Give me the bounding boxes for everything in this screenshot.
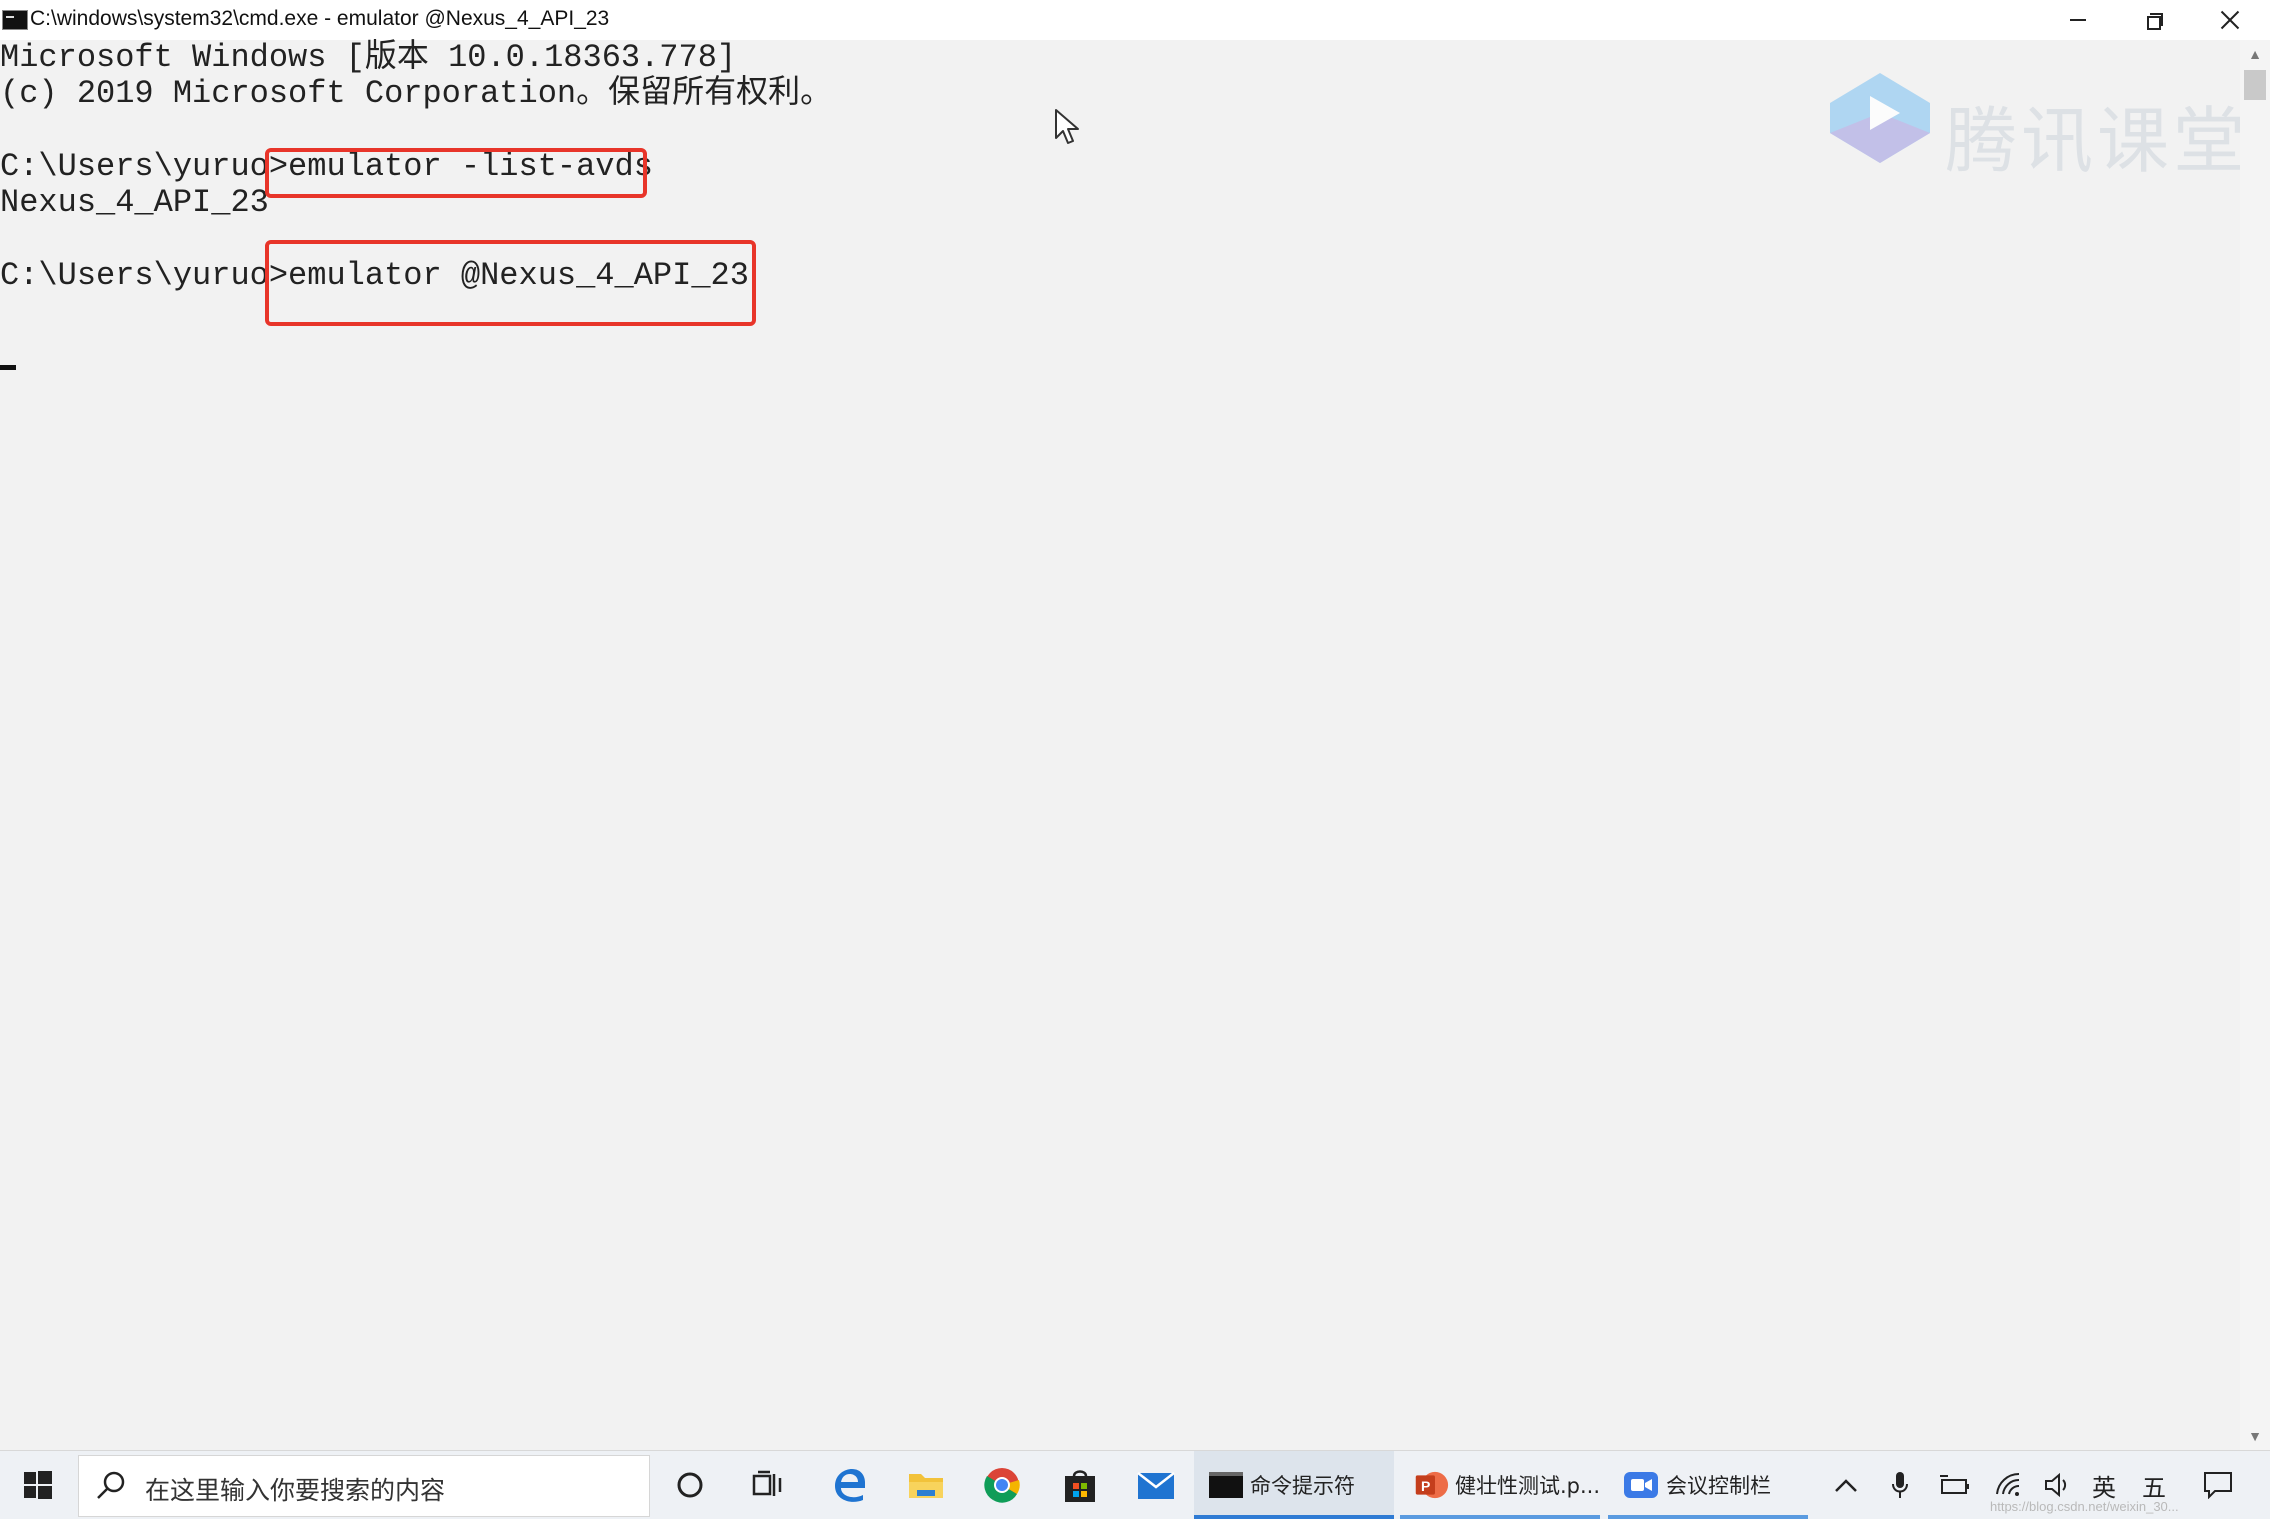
taskbar-app-label: 命令提示符 — [1250, 1474, 1355, 1498]
taskbar: 在这里输入你要搜索的内容 命令提示符 P 健壮性测试.p... 会议控制栏 英 … — [0, 1450, 2270, 1519]
taskbar-app-cmd[interactable]: 命令提示符 — [1194, 1451, 1394, 1519]
tencent-classroom-logo-icon — [1830, 73, 1930, 163]
taskbar-app-label: 健壮性测试.p... — [1454, 1474, 1600, 1498]
search-placeholder: 在这里输入你要搜索的内容 — [145, 1476, 446, 1505]
microphone-icon — [1892, 1472, 1908, 1498]
mouse-pointer-icon — [1055, 109, 1079, 144]
mail-icon — [1137, 1472, 1175, 1499]
chrome-button[interactable] — [972, 1459, 1032, 1511]
task-view-button[interactable] — [738, 1459, 798, 1511]
taskbar-search-box[interactable]: 在这里输入你要搜索的内容 — [78, 1455, 650, 1517]
close-icon — [2220, 10, 2240, 30]
start-button[interactable] — [0, 1451, 76, 1519]
console-output[interactable]: Microsoft Windows [版本 10.0.18363.778] (c… — [0, 39, 2245, 1450]
speaker-icon — [2045, 1472, 2067, 1498]
watermark-brand-text: 腾讯课堂 — [1945, 99, 2250, 183]
action-center-button[interactable] — [2196, 1463, 2240, 1507]
battery-icon — [1940, 1475, 1969, 1494]
text-cursor — [0, 365, 16, 370]
minimize-icon — [2070, 19, 2086, 21]
task-view-icon — [752, 1470, 782, 1496]
running-indicator — [1400, 1515, 1600, 1519]
battery-button[interactable] — [1932, 1463, 1976, 1507]
restore-icon — [2147, 13, 2163, 30]
svg-text:P: P — [1421, 1478, 1430, 1494]
search-icon — [97, 1471, 125, 1499]
window-title: C:\windows\system32\cmd.exe - emulator @… — [30, 7, 610, 30]
console-line: Nexus_4_API_23 — [0, 184, 269, 221]
active-indicator — [1194, 1515, 1394, 1519]
scroll-up-arrow-icon[interactable]: ▲ — [2240, 42, 2270, 66]
command-highlight-box — [265, 148, 647, 198]
console-line: Microsoft Windows [版本 10.0.18363.778] — [0, 39, 737, 76]
tencent-classroom-watermark: 腾讯课堂 — [1825, 68, 2245, 183]
edge-icon — [835, 1469, 865, 1502]
cortana-icon — [677, 1472, 703, 1498]
meeting-icon — [1624, 1472, 1658, 1498]
edge-button[interactable] — [820, 1459, 880, 1511]
minimize-button[interactable] — [2040, 0, 2116, 40]
taskbar-app-meeting[interactable]: 会议控制栏 — [1608, 1451, 1808, 1519]
powerpoint-icon: P — [1415, 1471, 1449, 1499]
store-button[interactable] — [1050, 1459, 1110, 1511]
command-highlight-box — [265, 240, 756, 326]
notification-icon — [2204, 1472, 2232, 1499]
console-line: (c) 2019 Microsoft Corporation。保留所有权利。 — [0, 75, 833, 112]
store-icon — [1065, 1470, 1095, 1502]
taskbar-app-powerpoint[interactable]: P 健壮性测试.p... — [1400, 1451, 1600, 1519]
cortana-button[interactable] — [660, 1459, 720, 1511]
microphone-button[interactable] — [1880, 1463, 1920, 1507]
url-watermark: https://blog.csdn.net/weixin_30... — [1990, 1499, 2179, 1514]
restore-button[interactable] — [2116, 0, 2192, 40]
taskbar-app-label: 会议控制栏 — [1666, 1474, 1771, 1498]
scroll-thumb[interactable] — [2244, 70, 2266, 100]
scroll-down-arrow-icon[interactable]: ▼ — [2240, 1424, 2270, 1448]
cmd-icon — [1209, 1472, 1243, 1498]
vertical-scrollbar[interactable]: ▲ ▼ — [2240, 40, 2270, 1450]
cmd-app-icon — [2, 10, 28, 30]
chevron-up-icon — [1835, 1479, 1857, 1492]
chrome-icon — [984, 1468, 1020, 1503]
file-explorer-icon — [909, 1474, 943, 1498]
windows-logo-icon — [24, 1471, 52, 1499]
running-indicator — [1608, 1515, 1808, 1519]
mail-button[interactable] — [1126, 1459, 1186, 1511]
title-bar: C:\windows\system32\cmd.exe - emulator @… — [0, 0, 2270, 41]
close-button[interactable] — [2192, 0, 2268, 40]
wifi-icon — [1996, 1472, 2020, 1496]
show-hidden-icons-button[interactable] — [1826, 1463, 1866, 1507]
file-explorer-button[interactable] — [896, 1459, 956, 1511]
